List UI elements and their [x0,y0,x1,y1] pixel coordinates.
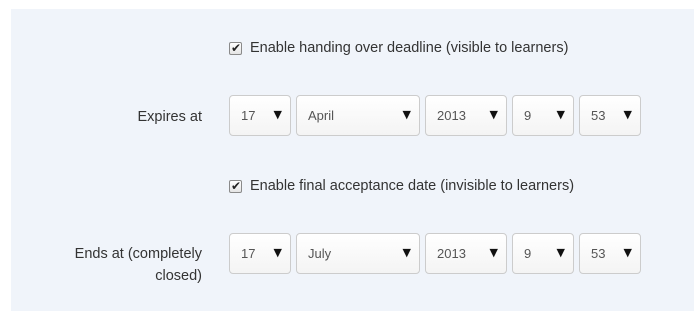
expires-month-value: April [308,108,335,123]
expires-hour-select[interactable]: 9 ▼ [512,95,574,136]
ends-at-label-line2: closed) [155,268,202,284]
expires-hour-value: 9 [524,108,532,123]
ends-minute-select[interactable]: 53 ▼ [579,233,641,274]
expires-year-select[interactable]: 2013 ▼ [425,95,507,136]
caret-down-icon: ▼ [402,108,411,121]
ends-year-value: 2013 [437,246,466,261]
ends-minute-value: 53 [591,246,606,261]
caret-down-icon: ▼ [556,108,565,121]
caret-down-icon: ▼ [273,108,282,121]
expires-month-select[interactable]: April ▼ [296,95,420,136]
checkmark-icon: ✔ [230,40,242,55]
deadline-checkbox-row[interactable]: ✔ Enable handing over deadline (visible … [229,38,568,58]
ends-year-select[interactable]: 2013 ▼ [425,233,507,274]
caret-down-icon: ▼ [273,246,282,259]
expires-year-value: 2013 [437,108,466,123]
ends-month-value: July [308,246,332,261]
ends-month-select[interactable]: July ▼ [296,233,420,274]
ends-at-label: Ends at (completely closed) [0,243,202,287]
ends-hour-select[interactable]: 9 ▼ [512,233,574,274]
caret-down-icon: ▼ [623,108,632,121]
ends-at-label-line1: Ends at (completely [74,246,202,262]
caret-down-icon: ▼ [556,246,565,259]
final-acceptance-checkbox[interactable]: ✔ [229,178,242,193]
expires-at-label: Expires at [137,109,202,125]
deadline-checkbox[interactable]: ✔ [229,40,242,55]
checkmark-icon: ✔ [230,178,242,193]
expires-day-value: 17 [241,108,256,123]
expires-minute-select[interactable]: 53 ▼ [579,95,641,136]
caret-down-icon: ▼ [402,246,411,259]
final-acceptance-checkbox-label: Enable final acceptance date (invisible … [250,178,575,194]
ends-day-select[interactable]: 17 ▼ [229,233,291,274]
final-acceptance-checkbox-row[interactable]: ✔ Enable final acceptance date (invisibl… [229,176,574,196]
ends-day-value: 17 [241,246,256,261]
deadline-checkbox-label: Enable handing over deadline (visible to… [250,40,569,56]
caret-down-icon: ▼ [623,246,632,259]
expires-minute-value: 53 [591,108,606,123]
caret-down-icon: ▼ [489,108,498,121]
ends-hour-value: 9 [524,246,532,261]
caret-down-icon: ▼ [489,246,498,259]
expires-day-select[interactable]: 17 ▼ [229,95,291,136]
